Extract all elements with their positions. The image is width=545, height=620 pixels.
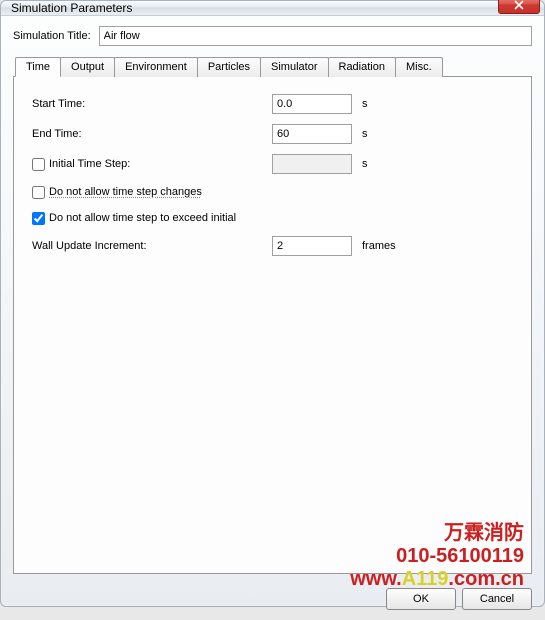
initial-step-label: Initial Time Step: [49, 158, 130, 170]
start-time-row: Start Time: s [32, 93, 513, 115]
tab-panel-time: Start Time: s End Time: s Initial Time S… [13, 76, 532, 574]
wall-update-row: Wall Update Increment: frames [32, 235, 513, 257]
close-icon [514, 0, 524, 10]
tab-time[interactable]: Time [15, 57, 61, 77]
start-time-label: Start Time: [32, 98, 272, 110]
simulation-title-input[interactable] [99, 26, 532, 46]
wall-update-label: Wall Update Increment: [32, 240, 272, 252]
no-exceed-initial-row: Do not allow time step to exceed initial [32, 209, 513, 227]
tab-particles[interactable]: Particles [197, 57, 261, 77]
initial-step-input [272, 154, 352, 174]
tab-misc[interactable]: Misc. [395, 57, 443, 77]
tabs-area: Time Output Environment Particles Simula… [13, 56, 532, 574]
tab-radiation[interactable]: Radiation [328, 57, 396, 77]
window-title: Simulation Parameters [11, 1, 498, 15]
initial-step-unit: s [362, 158, 368, 170]
dialog-window: Simulation Parameters Simulation Title: … [0, 0, 545, 607]
tab-output[interactable]: Output [60, 57, 115, 77]
no-step-changes-label: Do not allow time step changes [49, 186, 202, 198]
start-time-unit: s [362, 98, 368, 110]
dialog-content: Simulation Title: Time Output Environmen… [1, 16, 544, 582]
button-bar: OK Cancel [1, 582, 544, 620]
end-time-unit: s [362, 128, 368, 140]
tab-environment[interactable]: Environment [114, 57, 198, 77]
titlebar: Simulation Parameters [1, 1, 544, 16]
close-button[interactable] [498, 0, 540, 14]
tab-strip: Time Output Environment Particles Simula… [13, 56, 532, 76]
no-exceed-initial-checkbox[interactable] [32, 212, 45, 225]
initial-step-checkbox[interactable] [32, 158, 45, 171]
simulation-title-label: Simulation Title: [13, 30, 91, 42]
no-step-changes-checkbox[interactable] [32, 186, 45, 199]
start-time-input[interactable] [272, 94, 352, 114]
initial-step-row: Initial Time Step: s [32, 153, 513, 175]
end-time-row: End Time: s [32, 123, 513, 145]
wall-update-input[interactable] [272, 236, 352, 256]
end-time-input[interactable] [272, 124, 352, 144]
simulation-title-row: Simulation Title: [13, 26, 532, 46]
end-time-label: End Time: [32, 128, 272, 140]
wall-update-unit: frames [362, 240, 396, 252]
no-exceed-initial-label: Do not allow time step to exceed initial [49, 212, 236, 224]
tab-simulator[interactable]: Simulator [260, 57, 328, 77]
no-step-changes-row: Do not allow time step changes [32, 183, 513, 201]
